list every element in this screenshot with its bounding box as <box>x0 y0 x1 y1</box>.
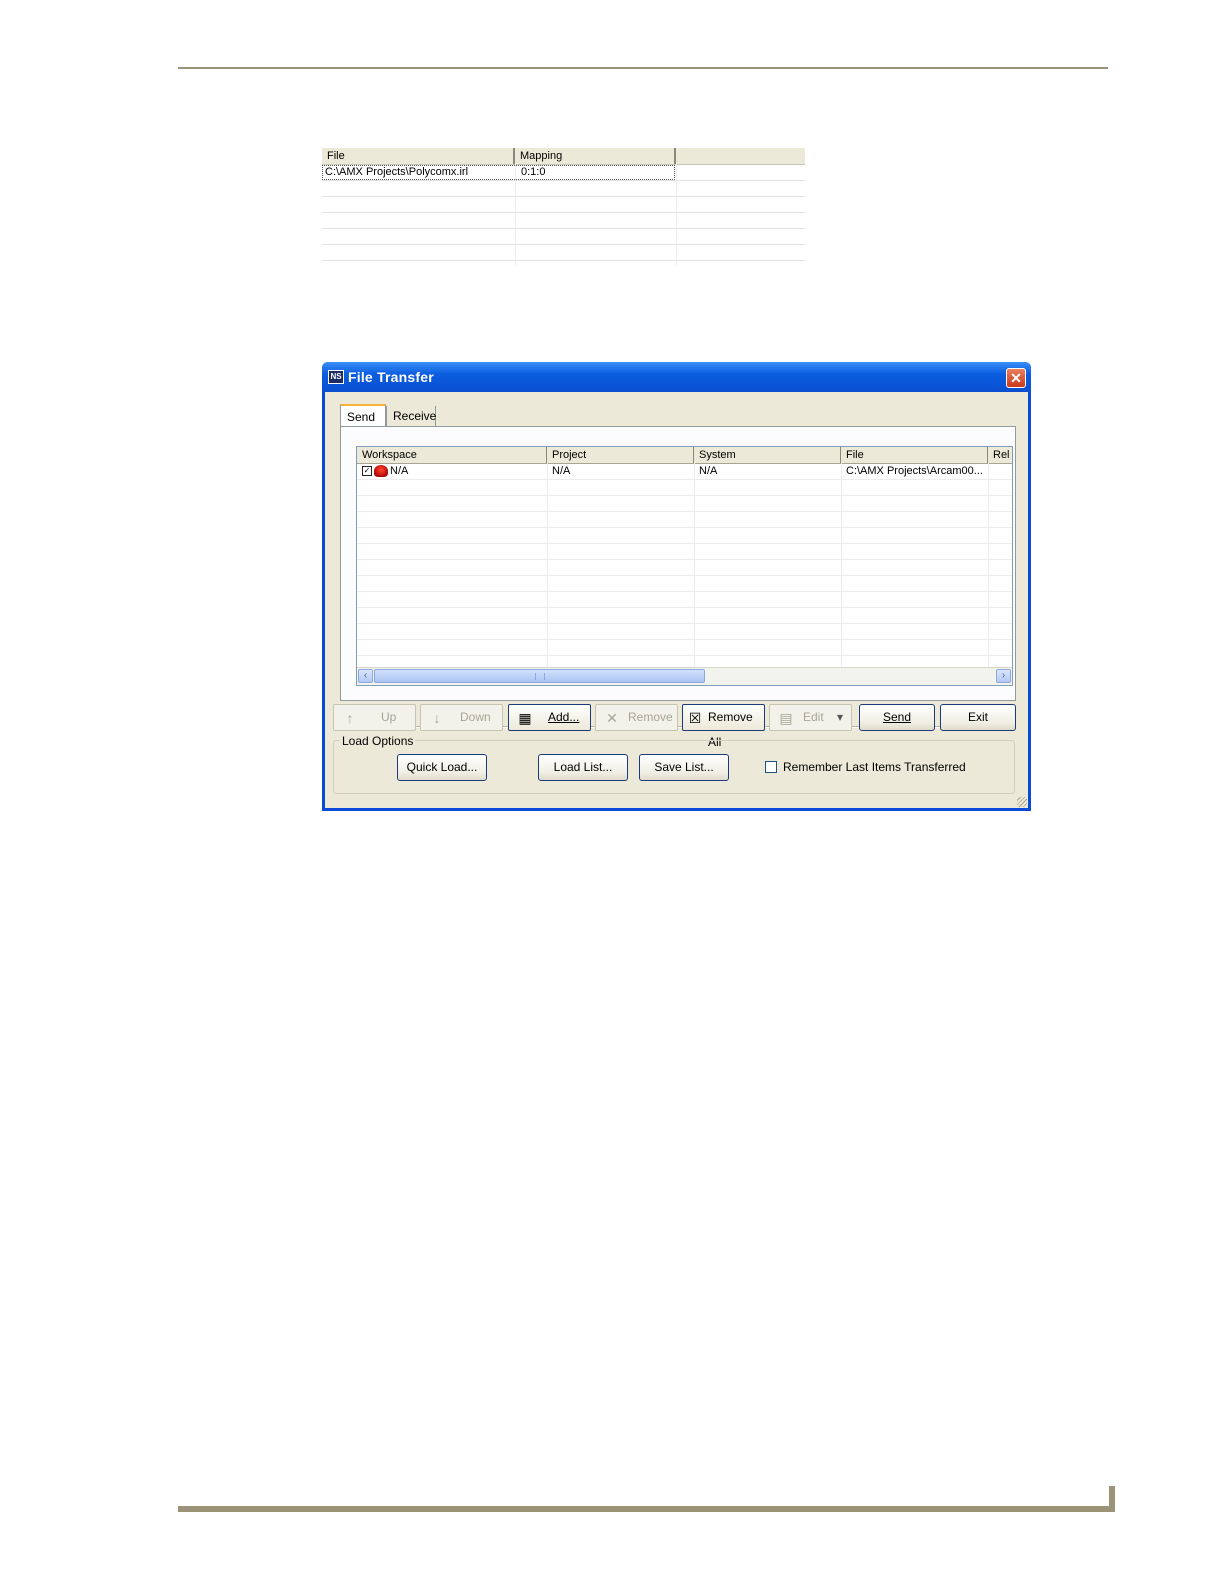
remove-label: Remove <box>628 710 673 724</box>
page-bottom-corner <box>1109 1486 1115 1512</box>
table-row <box>357 624 1012 640</box>
close-button[interactable]: ✕ <box>1006 368 1026 388</box>
scroll-thumb[interactable] <box>374 669 705 683</box>
column-header-workspace[interactable]: Workspace <box>357 447 547 463</box>
mapping-list: File Mapping C:\AMX Projects\Polycomx.ir… <box>322 148 805 266</box>
table-row <box>357 528 1012 544</box>
file-transfer-dialog: NS File Transfer ✕ Send Receive Workspac… <box>322 362 1031 811</box>
resize-grip[interactable] <box>1017 797 1027 807</box>
edit-icon: ▤ <box>779 710 793 726</box>
scroll-thumb-grip <box>535 673 545 680</box>
page-bottom-rule <box>178 1506 1115 1512</box>
table-row <box>357 576 1012 592</box>
scroll-right-button[interactable]: › <box>996 669 1011 683</box>
edit-button[interactable]: ▤ Edit ▾ <box>769 704 852 731</box>
horizontal-scrollbar[interactable]: ‹ › <box>357 667 1012 685</box>
exit-button[interactable]: Exit <box>940 704 1016 731</box>
add-button[interactable]: ▦ Add... <box>508 704 591 731</box>
quick-load-label: Quick Load... <box>406 760 478 774</box>
table-row <box>357 640 1012 656</box>
down-button[interactable]: ↓ Down <box>420 704 503 731</box>
table-row <box>357 608 1012 624</box>
list-item <box>322 181 805 197</box>
master-icon <box>374 465 388 478</box>
table-row <box>357 480 1012 496</box>
file-cell: C:\AMX Projects\Arcam00... <box>846 465 983 477</box>
workspace-cell: ✓ N/A <box>357 464 547 479</box>
list-item <box>322 229 805 245</box>
list-item[interactable]: C:\AMX Projects\Polycomx.irl 0:1:0 <box>322 165 805 181</box>
scroll-left-button[interactable]: ‹ <box>358 669 373 683</box>
dialog-title: File Transfer <box>348 369 434 385</box>
up-arrow-icon: ↑ <box>346 710 354 726</box>
load-list-button[interactable]: Load List... <box>538 754 628 781</box>
grid-line <box>676 164 677 266</box>
netlinx-studio-icon: NS <box>328 370 344 384</box>
remember-items-checkbox[interactable] <box>765 761 777 773</box>
column-header-project[interactable]: Project <box>547 447 694 463</box>
add-label: Add... <box>548 710 580 724</box>
workspace-value: N/A <box>390 465 409 477</box>
down-label: Down <box>460 710 491 724</box>
table-row <box>357 592 1012 608</box>
table-row <box>357 512 1012 528</box>
title-bar[interactable]: NS File Transfer ✕ <box>322 362 1031 392</box>
transfer-list-header: Workspace Project System File Rel <box>357 447 1012 464</box>
send-button[interactable]: Send <box>859 704 935 731</box>
mapping-list-header: File Mapping <box>322 148 805 165</box>
column-header-system[interactable]: System <box>694 447 841 463</box>
column-header-mapping[interactable]: Mapping <box>515 148 676 164</box>
table-row <box>357 496 1012 512</box>
transfer-list[interactable]: Workspace Project System File Rel ✓ N/A N… <box>356 446 1013 686</box>
list-item <box>322 197 805 213</box>
dialog-client-area: Send Receive Workspace Project System Fi… <box>325 392 1028 808</box>
column-header-rel[interactable]: Rel <box>988 447 1012 463</box>
add-file-icon: ▦ <box>518 710 532 726</box>
page-top-rule <box>178 67 1108 69</box>
grid-line <box>547 463 548 669</box>
list-item <box>322 213 805 229</box>
remove-all-icon: ☒ <box>688 710 702 726</box>
down-arrow-icon: ↓ <box>433 710 441 726</box>
grid-line <box>988 463 989 669</box>
save-list-label: Save List... <box>654 760 714 774</box>
exit-label: Exit <box>967 710 988 724</box>
table-row <box>357 544 1012 560</box>
list-item <box>322 245 805 261</box>
remove-all-button[interactable]: ☒ Remove All <box>682 704 765 749</box>
up-label: Up <box>381 710 397 724</box>
remove-button[interactable]: ✕ Remove <box>595 704 678 731</box>
project-cell: N/A <box>552 465 571 477</box>
remember-items-label[interactable]: Remember Last Items Transferred <box>783 760 966 774</box>
grid-line <box>515 164 516 266</box>
table-row <box>357 560 1012 576</box>
column-header-blank[interactable] <box>676 148 805 164</box>
save-list-button[interactable]: Save List... <box>639 754 729 781</box>
column-header-file[interactable]: File <box>841 447 988 463</box>
up-button[interactable]: ↑ Up <box>333 704 416 731</box>
edit-label: Edit <box>803 710 824 724</box>
send-label: Send <box>882 710 912 724</box>
system-cell: N/A <box>699 465 718 477</box>
column-header-file[interactable]: File <box>322 148 515 164</box>
quick-load-button[interactable]: Quick Load... <box>397 754 487 781</box>
mapping-cell: 0:1:0 <box>521 166 546 178</box>
grid-line <box>694 463 695 669</box>
row-checkbox[interactable]: ✓ <box>362 466 372 477</box>
load-list-label: Load List... <box>553 760 613 774</box>
send-tab-panel: Workspace Project System File Rel ✓ N/A N… <box>340 426 1016 701</box>
grid-line <box>841 463 842 669</box>
edit-dropdown-icon[interactable]: ▾ <box>837 705 843 730</box>
remove-icon: ✕ <box>606 710 618 726</box>
load-options-label: Load Options <box>340 734 416 748</box>
tab-receive[interactable]: Receive <box>386 406 436 426</box>
table-row[interactable]: ✓ N/A N/A N/A C:\AMX Projects\Arcam00... <box>357 464 1012 480</box>
